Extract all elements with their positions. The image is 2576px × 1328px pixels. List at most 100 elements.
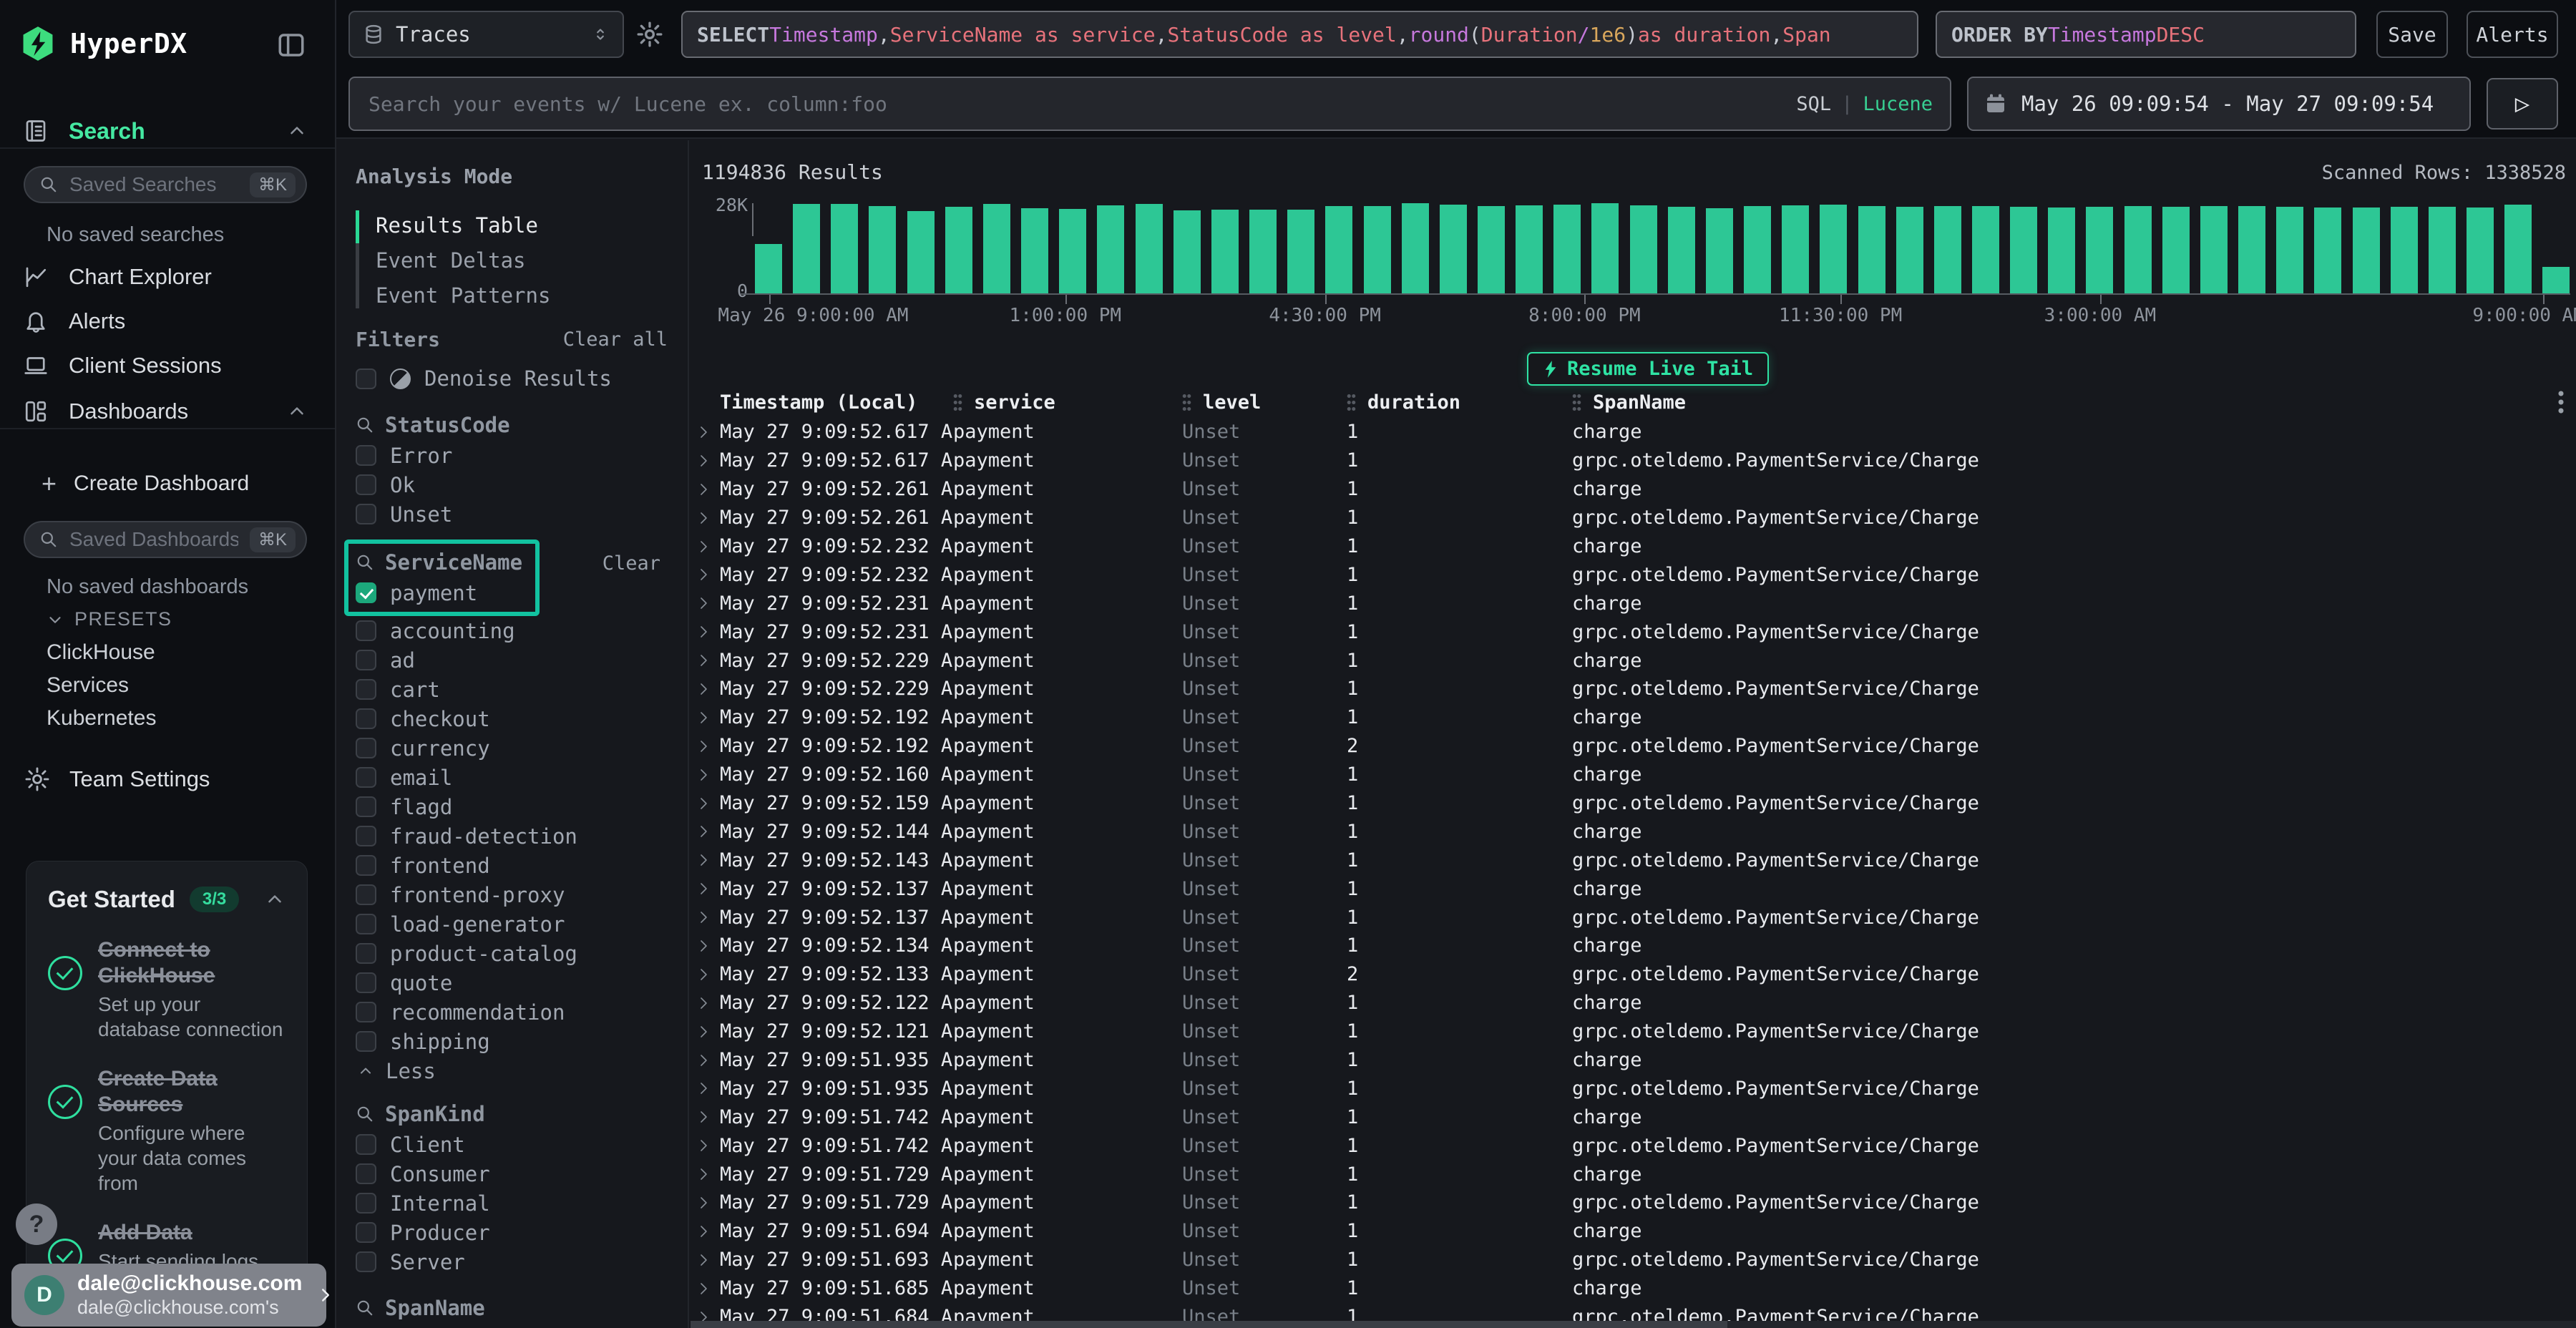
col-header-duration[interactable]: duration	[1347, 391, 1572, 414]
table-row[interactable]: May 27 9:09:52.229 AMpaymentUnset1charge	[691, 646, 2576, 675]
histogram-bar[interactable]	[2429, 207, 2456, 293]
histogram-bar[interactable]	[1021, 208, 1048, 293]
search-icon[interactable]	[356, 1299, 374, 1317]
filter-option-recommendation[interactable]: recommendation	[356, 997, 688, 1027]
run-query-button[interactable]: ▷	[2487, 78, 2558, 130]
expand-row-icon[interactable]	[691, 1309, 720, 1321]
filter-option-product-catalog[interactable]: product-catalog	[356, 939, 688, 968]
histogram-bar[interactable]	[1287, 210, 1314, 293]
expand-row-icon[interactable]	[691, 966, 720, 983]
checkbox-icon[interactable]	[356, 1193, 376, 1214]
filter-option-quote[interactable]: quote	[356, 968, 688, 997]
sidebar-item-search[interactable]: Search	[0, 113, 336, 149]
filter-option-internal[interactable]: Internal	[356, 1188, 688, 1218]
col-header-spanname[interactable]: SpanName	[1572, 391, 2547, 414]
filter-option-client[interactable]: Client	[356, 1130, 688, 1159]
drag-handle-icon[interactable]	[1572, 393, 1581, 412]
saved-searches-input[interactable]	[68, 172, 240, 197]
expand-row-icon[interactable]	[691, 738, 720, 755]
filter-option-error[interactable]: Error	[356, 441, 688, 470]
table-row[interactable]: May 27 9:09:52.192 AMpaymentUnset1charge	[691, 703, 2576, 732]
resume-live-tail-button[interactable]: Resume Live Tail	[1527, 352, 1769, 386]
table-row[interactable]: May 27 9:09:52.144 AMpaymentUnset1charge	[691, 817, 2576, 846]
filter-option-currency[interactable]: currency	[356, 733, 688, 763]
expand-row-icon[interactable]	[691, 538, 720, 555]
expand-row-icon[interactable]	[691, 1108, 720, 1126]
expand-row-icon[interactable]	[691, 1137, 720, 1154]
checkbox-icon[interactable]	[356, 474, 376, 495]
expand-row-icon[interactable]	[691, 766, 720, 783]
histogram-bar[interactable]	[2542, 267, 2570, 293]
filter-option-email[interactable]: email	[356, 763, 688, 792]
histogram-bar[interactable]	[1440, 205, 1467, 293]
chevron-up-icon[interactable]	[286, 401, 308, 422]
table-row[interactable]: May 27 9:09:52.134 AMpaymentUnset1charge	[691, 932, 2576, 960]
expand-row-icon[interactable]	[691, 566, 720, 583]
table-row[interactable]: May 27 9:09:51.693 AMpaymentUnset1grpc.o…	[691, 1246, 2576, 1274]
team-settings-button[interactable]: Team Settings	[24, 766, 210, 793]
table-row[interactable]: May 27 9:09:51.935 AMpaymentUnset1grpc.o…	[691, 1074, 2576, 1103]
expand-row-icon[interactable]	[691, 995, 720, 1012]
expand-row-icon[interactable]	[691, 595, 720, 612]
checkbox-icon[interactable]	[356, 445, 376, 466]
checkbox-icon[interactable]	[356, 914, 376, 934]
expand-row-icon[interactable]	[691, 709, 720, 726]
filter-option--closure-[interactable]: {closure}	[356, 1324, 688, 1328]
histogram-bar[interactable]	[1858, 206, 1885, 293]
show-less-toggle[interactable]: Less	[357, 1056, 688, 1085]
clear-filter-link[interactable]: Clear	[602, 552, 660, 575]
table-row[interactable]: May 27 9:09:52.137 AMpaymentUnset1grpc.o…	[691, 903, 2576, 932]
histogram-bar[interactable]	[1820, 205, 1847, 293]
chevron-up-icon[interactable]	[286, 120, 308, 142]
checkbox-icon[interactable]	[356, 826, 376, 846]
expand-row-icon[interactable]	[691, 652, 720, 669]
analysis-mode-event-patterns[interactable]: Event Patterns	[360, 278, 688, 313]
filter-option-frontend-proxy[interactable]: frontend-proxy	[356, 880, 688, 909]
table-row[interactable]: May 27 9:09:51.742 AMpaymentUnset1grpc.o…	[691, 1131, 2576, 1160]
histogram-bar[interactable]	[1097, 205, 1124, 293]
expand-row-icon[interactable]	[691, 680, 720, 698]
sql-toggle[interactable]: SQL	[1796, 93, 1831, 115]
expand-row-icon[interactable]	[691, 1251, 720, 1269]
filter-option-cart[interactable]: cart	[356, 675, 688, 704]
expand-row-icon[interactable]	[691, 509, 720, 527]
checkbox-icon[interactable]	[356, 1222, 376, 1243]
histogram-bar[interactable]	[1402, 203, 1429, 293]
sidebar-item-chart-explorer[interactable]: Chart Explorer	[0, 259, 336, 295]
table-row[interactable]: May 27 9:09:52.617 AMpaymentUnset1grpc.o…	[691, 446, 2576, 475]
filter-option-ok[interactable]: Ok	[356, 470, 688, 499]
checkbox-icon[interactable]	[356, 738, 376, 758]
col-header-level[interactable]: level	[1182, 391, 1347, 414]
histogram-bar[interactable]	[983, 204, 1010, 293]
table-row[interactable]: May 27 9:09:52.122 AMpaymentUnset1charge	[691, 989, 2576, 1017]
histogram-bar[interactable]	[1211, 210, 1239, 293]
checkbox-icon[interactable]	[356, 767, 376, 788]
saved-dashboards-input[interactable]	[68, 527, 240, 552]
lucene-toggle[interactable]: Lucene	[1863, 93, 1933, 115]
histogram-bar[interactable]	[1325, 206, 1352, 293]
sidebar-preset-services[interactable]: Services	[47, 673, 129, 698]
table-row[interactable]: May 27 9:09:52.232 AMpaymentUnset1charge	[691, 532, 2576, 561]
filter-option-producer[interactable]: Producer	[356, 1218, 688, 1247]
analysis-mode-event-deltas[interactable]: Event Deltas	[360, 243, 688, 278]
filter-option-accounting[interactable]: accounting	[356, 616, 688, 645]
checkbox-icon[interactable]	[356, 1031, 376, 1052]
checkbox-icon[interactable]	[356, 504, 376, 524]
search-icon[interactable]	[356, 416, 374, 434]
sidebar-item-client-sessions[interactable]: Client Sessions	[0, 348, 336, 384]
drag-handle-icon[interactable]	[953, 393, 962, 412]
expand-row-icon[interactable]	[691, 880, 720, 897]
histogram-bar[interactable]	[2162, 207, 2190, 293]
histogram-bar[interactable]	[831, 204, 858, 293]
saved-searches-search[interactable]: ⌘K	[24, 166, 307, 203]
chevron-up-icon[interactable]	[264, 889, 286, 910]
expand-row-icon[interactable]	[691, 1280, 720, 1297]
sidebar-preset-clickhouse[interactable]: ClickHouse	[47, 640, 155, 665]
presets-toggle[interactable]: PRESETS	[46, 608, 172, 630]
sidebar-item-dashboards[interactable]: Dashboards	[0, 394, 336, 429]
histogram-bar[interactable]	[1706, 208, 1733, 293]
table-row[interactable]: May 27 9:09:52.229 AMpaymentUnset1grpc.o…	[691, 675, 2576, 703]
checkbox-icon[interactable]	[356, 972, 376, 993]
source-settings-gear-icon[interactable]	[634, 11, 665, 58]
clear-all-filters-link[interactable]: Clear all	[563, 328, 668, 351]
